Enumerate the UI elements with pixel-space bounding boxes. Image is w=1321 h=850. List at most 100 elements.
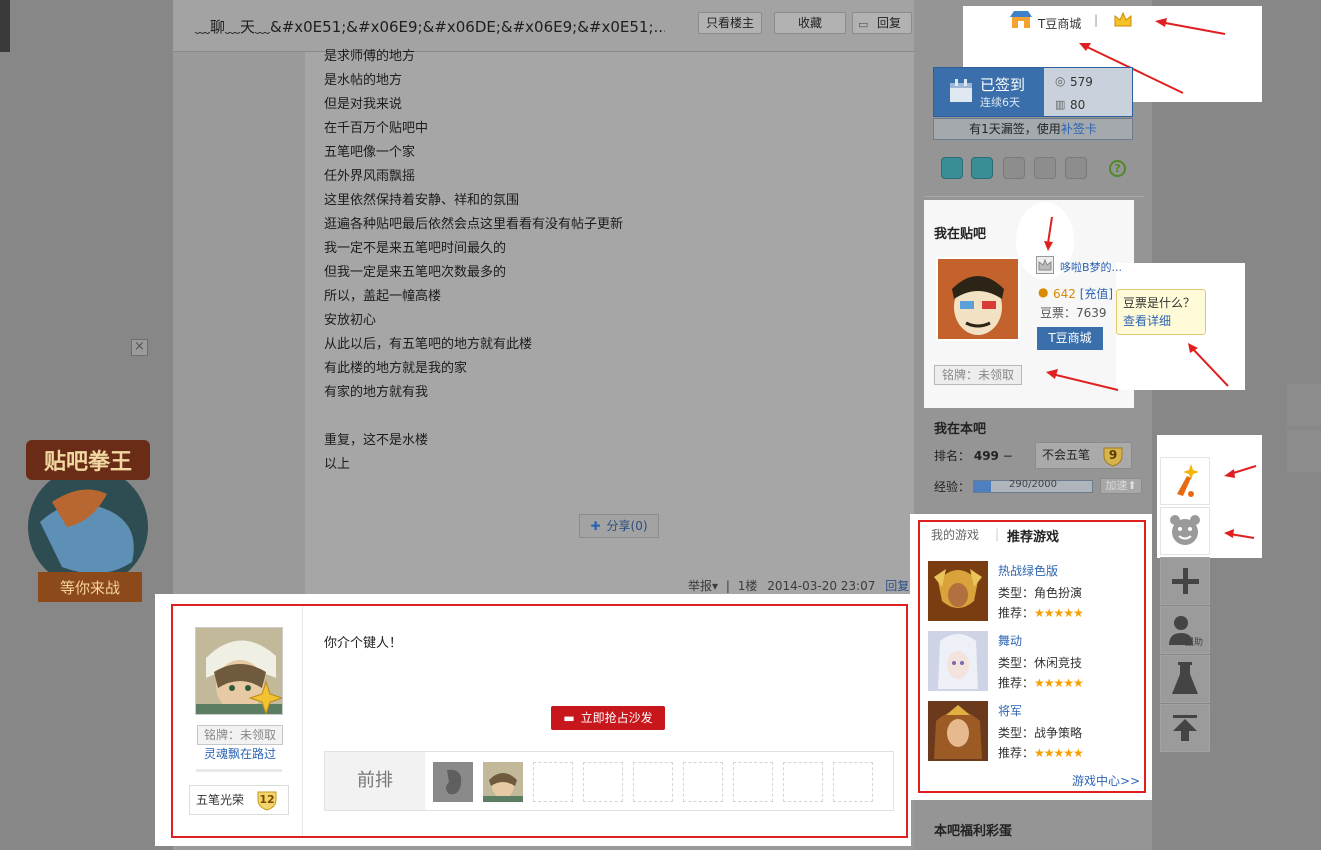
tool-share-icon[interactable]	[941, 157, 963, 179]
crown-level-icon	[1036, 256, 1054, 274]
reply-username[interactable]: 灵魂飘在路过	[194, 745, 286, 762]
post-meta: 举报▾ | 1楼 2014-03-20 23:07 回复	[688, 579, 910, 593]
reply-honor-badge[interactable]: 五笔光荣 12	[189, 785, 289, 815]
game-center-link[interactable]: 游戏中心>>	[1072, 772, 1140, 789]
coin-count: 642 [充值]	[1053, 285, 1113, 302]
post-line: 我一定不是来五笔吧时间最久的	[324, 241, 507, 256]
help-icon[interactable]: ?	[1109, 160, 1126, 177]
post-time: 2014-03-20 23:07	[767, 579, 876, 593]
tieba-boxing-ad[interactable]: 贴吧拳王 等你来战	[22, 432, 154, 608]
reply-bubble-icon: ▭	[858, 18, 869, 31]
signin-count: 579	[1070, 75, 1093, 89]
coin-icon: ●	[1038, 285, 1049, 299]
reply-header-button[interactable]: ▭ 回复	[852, 12, 912, 34]
post-line: 重复，这不是水楼	[324, 433, 429, 448]
scroll-down-side-button[interactable]	[1287, 430, 1321, 472]
empty-seat[interactable]	[633, 762, 673, 802]
post-line: 安放初心	[324, 313, 377, 328]
signin-rank-icon: ▥	[1055, 98, 1066, 111]
post-line	[324, 405, 844, 429]
anime-mini-avatar	[483, 762, 523, 802]
my-nameplate-badge[interactable]: 铭牌：未领取	[934, 365, 1022, 385]
lab-button[interactable]	[1160, 655, 1210, 703]
tab-recommended-games[interactable]: 推荐游戏	[1007, 526, 1059, 545]
game-name[interactable]: 将军	[998, 702, 1022, 719]
share-plus-icon: ✚	[590, 519, 601, 533]
empty-seat[interactable]	[683, 762, 723, 802]
post-reply-link[interactable]: 回复	[885, 579, 909, 593]
post-line: 以上	[324, 457, 351, 472]
sofa-icon: ▬	[563, 711, 575, 725]
front-row-label: 前排	[325, 752, 425, 810]
post-line: 在千百万个贴吧中	[324, 121, 429, 136]
rank-trend: −	[1002, 449, 1013, 463]
game-thumb-general[interactable]	[928, 701, 988, 761]
add-post-button[interactable]	[1160, 557, 1210, 605]
level-badge[interactable]: 不会五笔 9	[1035, 442, 1132, 469]
makeup-text: 有1天漏签，使用	[969, 122, 1061, 136]
bean-tooltip: 豆票是什么？ 查看详细	[1116, 289, 1206, 335]
empty-seat[interactable]	[733, 762, 773, 802]
game-thumb-dancer[interactable]	[928, 631, 988, 691]
game-rating: 推荐：★★★★★	[998, 744, 1084, 761]
front-row-panel: 前排	[324, 751, 894, 811]
favorite-button[interactable]: 收藏	[774, 12, 846, 34]
exp-boost-button[interactable]: 加速⬆	[1100, 478, 1142, 494]
my-username[interactable]: 哆啦B梦的...	[1060, 259, 1122, 275]
thread-title: ﹏聊﹏天﹏&#x0E51;&#x06E9;&#x06DE;&#x06E9;&#x…	[195, 18, 665, 36]
empty-seat[interactable]	[833, 762, 873, 802]
signin-streak: 连续6天	[980, 96, 1020, 109]
floor-number: 1楼	[737, 579, 758, 593]
calendar-icon	[950, 79, 972, 102]
game-type: 类型：战争策略	[998, 726, 1083, 740]
only-op-button[interactable]: 只看楼主	[698, 12, 762, 34]
rank-line: 排名： 499 −	[934, 447, 1013, 464]
tool-sync-icon[interactable]	[971, 157, 993, 179]
game-name[interactable]: 热战绿色版	[998, 562, 1058, 579]
reply-header-label: 回复	[876, 16, 901, 30]
tool-card-icon[interactable]	[1003, 157, 1025, 179]
dancer-image	[928, 631, 988, 691]
emoji-button[interactable]	[1160, 507, 1210, 555]
page-edge-dark	[0, 0, 10, 52]
front-row-avatar[interactable]	[433, 762, 473, 802]
post-line: 有家的地方就有我	[324, 385, 429, 400]
user-help-button[interactable]: 援助	[1160, 606, 1210, 654]
game-name[interactable]: 舞动	[998, 632, 1022, 649]
back-to-top-button[interactable]	[1160, 704, 1210, 752]
empty-seat[interactable]	[783, 762, 823, 802]
grab-sofa-button[interactable]: ▬ 立即抢占沙发	[551, 706, 665, 730]
scroll-up-side-button[interactable]	[1287, 384, 1321, 426]
reply-avatar[interactable]	[195, 627, 283, 715]
my-avatar[interactable]	[936, 257, 1020, 341]
general-image	[928, 701, 988, 761]
reply-nameplate-badge[interactable]: 铭牌：未领取	[197, 725, 283, 745]
share-button[interactable]: ✚ 分享(0)	[579, 514, 659, 538]
tab-my-games[interactable]: 我的游戏	[931, 526, 979, 543]
makeup-card-link[interactable]: 补签卡	[1061, 122, 1097, 136]
signin-rank: 80	[1070, 98, 1086, 112]
ad-close-icon[interactable]: ×	[131, 339, 148, 356]
tool-hand-icon[interactable]	[1065, 157, 1087, 179]
level-name: 不会五笔	[1042, 448, 1091, 462]
front-row-avatar[interactable]	[483, 762, 523, 802]
post-line: 是求师傅的地方	[324, 49, 416, 64]
arrow-up-icon	[1173, 715, 1197, 741]
post-line: 任外界风雨飘摇	[324, 169, 416, 184]
sidebar-divider	[924, 196, 1144, 197]
game-thumb-warrior[interactable]	[928, 561, 988, 621]
fireworks-button[interactable]	[1160, 457, 1210, 505]
honor-label: 五笔光荣	[196, 793, 245, 807]
tooltip-details-link[interactable]: 查看详细	[1123, 314, 1171, 328]
plus-icon	[1172, 568, 1199, 594]
tool-disc-icon[interactable]	[1034, 157, 1056, 179]
report-link[interactable]: 举报	[688, 579, 712, 593]
post-body: 是求师傅的地方 是水帖的地方 但是对我来说 在千百万个贴吧中 五笔吧像一个家 任…	[324, 45, 844, 477]
recharge-link[interactable]: [充值]	[1080, 287, 1113, 301]
empty-seat[interactable]	[583, 762, 623, 802]
star-rating-icon: ★★★★★	[1034, 676, 1084, 690]
post-line: 从此以后，有五笔吧的地方就有此楼	[324, 337, 533, 352]
empty-seat[interactable]	[533, 762, 573, 802]
signin-label: 已签到	[980, 76, 1026, 94]
reply-text: 你介个键人！	[324, 636, 403, 651]
